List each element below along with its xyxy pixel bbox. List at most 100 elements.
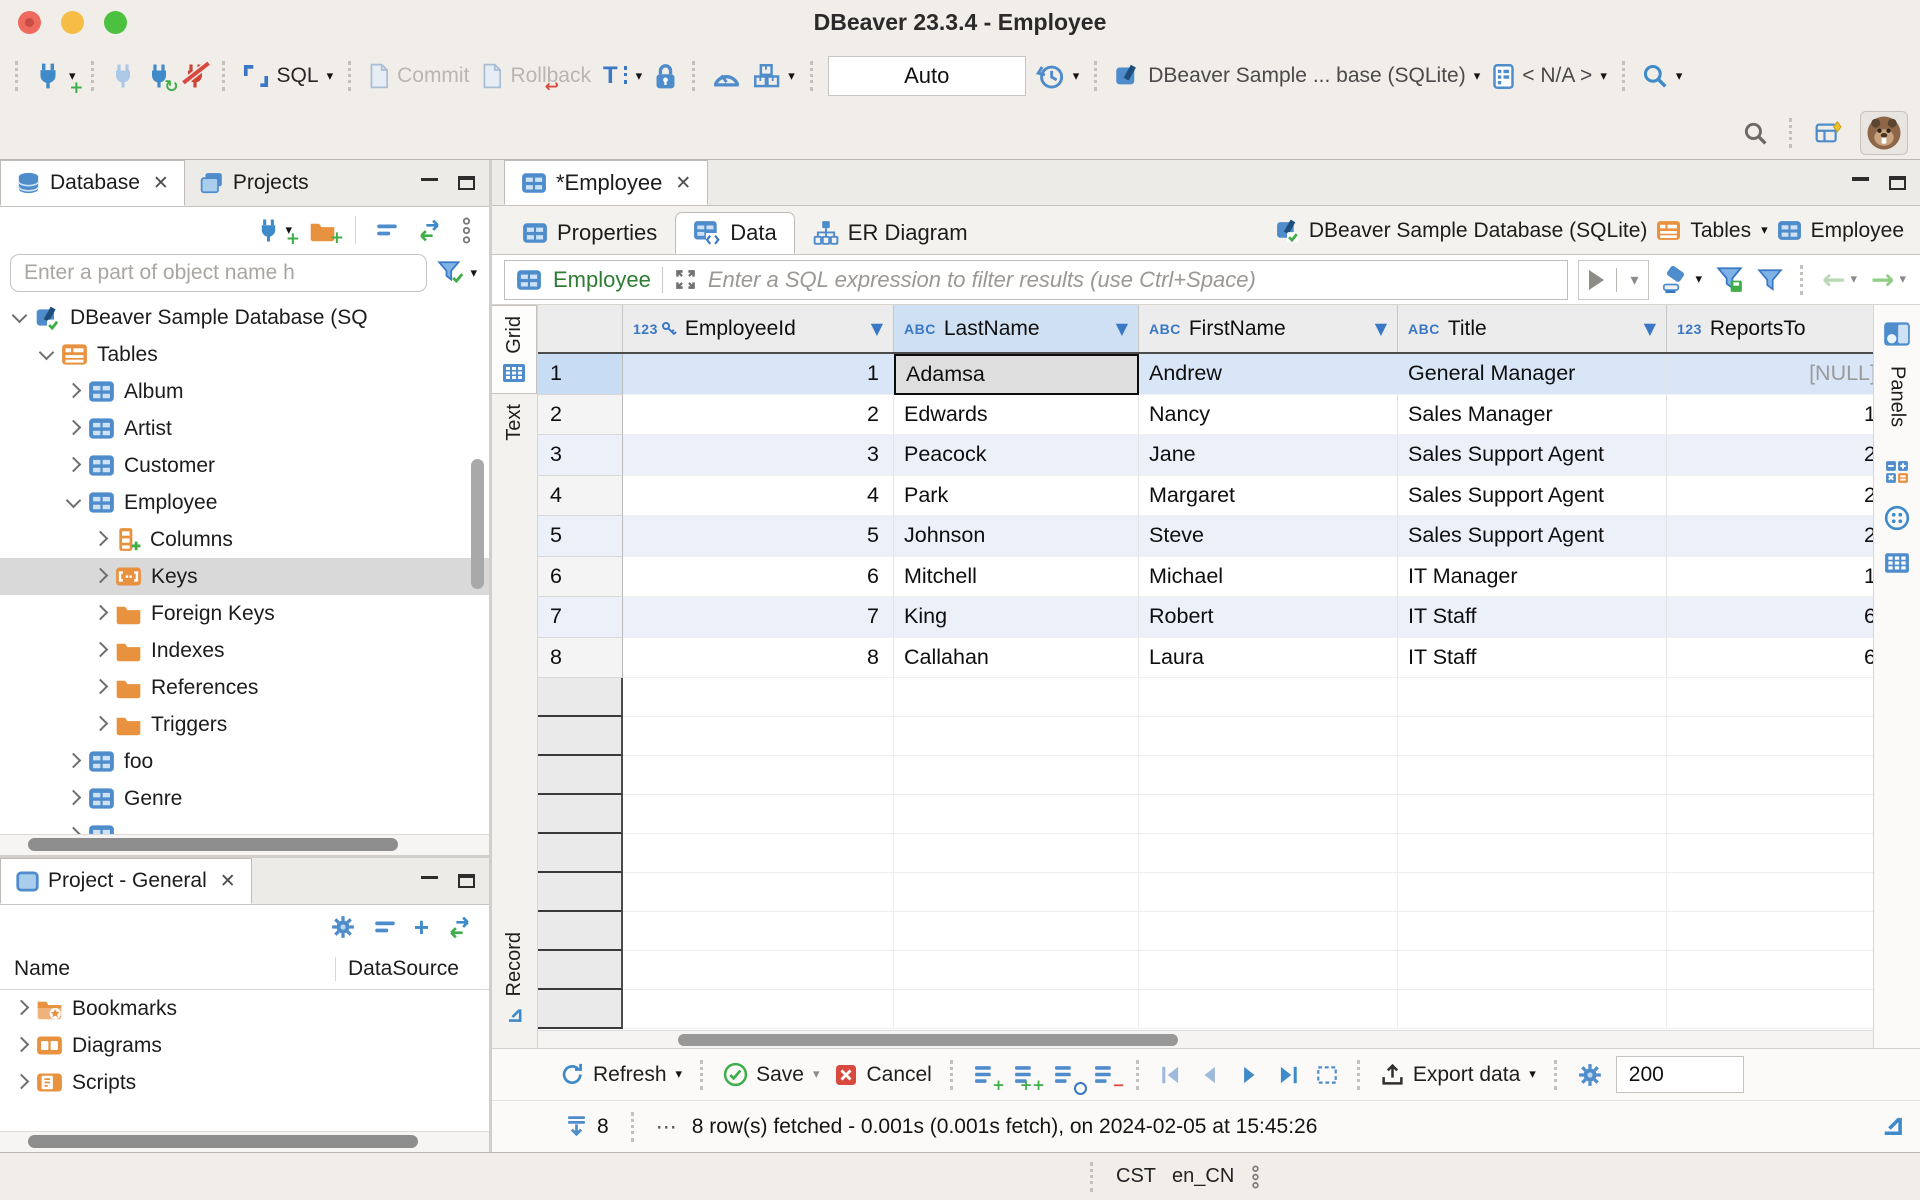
toolbar-grip[interactable] [700, 1060, 705, 1090]
minimize-panel-icon[interactable] [421, 177, 438, 190]
cell-firstname[interactable]: Laura [1139, 638, 1398, 679]
tab-text[interactable]: Text [492, 394, 537, 451]
cell-firstname[interactable]: Margaret [1139, 476, 1398, 517]
filter-settings-button[interactable]: ▾ [435, 258, 479, 288]
column-header-name[interactable]: Name [0, 957, 335, 981]
focus-row-button[interactable] [1313, 1061, 1341, 1089]
column-header-title[interactable]: ABC Title ▼ [1398, 305, 1667, 352]
empty-row[interactable] [538, 951, 1873, 990]
commit-mode-select[interactable]: Auto [828, 56, 1026, 96]
chevron-right-icon[interactable] [93, 531, 109, 547]
row-number[interactable]: 6 [538, 557, 623, 598]
cell-employeeid[interactable]: 6 [623, 557, 894, 598]
cell-firstname[interactable]: Steve [1139, 516, 1398, 557]
link-with-editor-button[interactable] [414, 217, 445, 244]
tree-vertical-scrollbar[interactable] [471, 459, 484, 589]
tree-item-artist[interactable]: Artist [0, 410, 489, 447]
tree-item-foreign-keys[interactable]: Foreign Keys [0, 595, 489, 632]
table-row[interactable]: 5 5 Johnson Steve Sales Support Agent 2 [538, 516, 1873, 557]
chevron-right-icon[interactable] [66, 420, 82, 436]
export-data-button[interactable]: Export data ▾ [1378, 1060, 1538, 1089]
cell-employeeid[interactable]: 4 [623, 476, 894, 517]
cell-reportsto[interactable]: 2 [1667, 516, 1873, 557]
connect-button[interactable] [109, 59, 137, 93]
ellipsis-indicator[interactable]: ⋯ [656, 1115, 677, 1139]
last-row-button[interactable] [1274, 1061, 1302, 1089]
cell-reportsto[interactable]: 6 [1667, 638, 1873, 679]
quick-search-button[interactable] [1741, 117, 1770, 150]
toolbar-grip[interactable] [1357, 1060, 1362, 1090]
row-number[interactable]: 8 [538, 638, 623, 679]
tree-item-employee[interactable]: Employee [0, 484, 489, 521]
empty-row[interactable] [538, 795, 1873, 834]
table-row[interactable]: 6 6 Mitchell Michael IT Manager 1 [538, 557, 1873, 598]
grid-horizontal-scroll-track[interactable] [538, 1030, 1873, 1048]
tree-horizontal-scroll-track[interactable] [0, 834, 489, 855]
table-row[interactable]: 8 8 Callahan Laura IT Staff 6 [538, 638, 1873, 679]
result-settings-button[interactable] [1575, 1060, 1605, 1090]
cell-employeeid[interactable]: 5 [623, 516, 894, 557]
chevron-right-icon[interactable] [66, 827, 82, 834]
expand-arrows-icon[interactable] [674, 268, 697, 291]
duplicate-row-button[interactable]: ++ [1011, 1060, 1040, 1089]
collapse-all-button[interactable] [373, 218, 401, 242]
cell-reportsto[interactable]: 6 [1667, 597, 1873, 638]
sort-triangle-icon[interactable]: ▼ [1375, 319, 1387, 338]
toolbar-grip[interactable] [1090, 1162, 1095, 1192]
toolbar-grip[interactable] [1554, 1060, 1559, 1090]
toolbar-grip[interactable] [1622, 61, 1627, 91]
tree-item-tables[interactable]: Tables [0, 336, 489, 373]
cell-lastname[interactable]: Edwards [894, 395, 1139, 436]
project-horizontal-scroll-track[interactable] [0, 1131, 489, 1152]
delete-row-button[interactable]: − [1091, 1060, 1120, 1089]
row-number[interactable]: 1 [538, 354, 623, 395]
cell-firstname[interactable]: Nancy [1139, 395, 1398, 436]
breadcrumb-tables[interactable]: Tables [1690, 219, 1751, 243]
table-row[interactable]: 2 2 Edwards Nancy Sales Manager 1 [538, 395, 1873, 436]
tab-database[interactable]: Database ✕ [0, 160, 185, 206]
previous-row-button[interactable] [1196, 1061, 1224, 1089]
panels-config-button[interactable] [1881, 319, 1913, 349]
chevron-down-icon[interactable] [12, 308, 28, 324]
tree-item-keys[interactable]: Keys [0, 558, 489, 595]
dots-vertical-icon[interactable] [1250, 1165, 1261, 1189]
cell-title[interactable]: IT Staff [1398, 597, 1667, 638]
cell-firstname[interactable]: Andrew [1139, 354, 1398, 395]
project-item-scripts[interactable]: Scripts [0, 1064, 489, 1101]
chevron-right-icon[interactable] [66, 753, 82, 769]
lock-button[interactable] [652, 59, 679, 94]
tree-item-references[interactable]: References [0, 669, 489, 706]
maximize-panel-icon[interactable] [458, 874, 475, 888]
chevron-right-icon[interactable] [93, 605, 109, 621]
chevron-right-icon[interactable] [93, 716, 109, 732]
fetch-count-button[interactable]: 8 [562, 1112, 611, 1141]
tab-er-diagram[interactable]: ER Diagram [795, 212, 986, 254]
maximize-editor-icon[interactable] [1889, 176, 1906, 190]
row-number[interactable]: 2 [538, 395, 623, 436]
cell-reportsto[interactable]: [NULL] [1667, 354, 1873, 395]
project-settings-button[interactable] [328, 912, 358, 942]
row-number-header[interactable] [538, 305, 623, 352]
chevron-right-icon[interactable] [66, 457, 82, 473]
dashboard-button[interactable] [710, 60, 743, 93]
cell-lastname-focused[interactable]: Adamsa [894, 354, 1139, 395]
new-connection-button[interactable]: + ▾ [33, 58, 78, 94]
close-button[interactable] [18, 11, 41, 34]
refresh-button[interactable]: Refresh ▾ [558, 1060, 684, 1089]
project-horizontal-scrollbar[interactable] [28, 1135, 418, 1148]
empty-row-number[interactable] [538, 678, 623, 717]
sql-editor-button[interactable]: SQL ▾ [240, 59, 336, 93]
cell-lastname[interactable]: Mitchell [894, 557, 1139, 598]
new-connection-small-button[interactable]: + ▾ [255, 216, 294, 245]
breadcrumb-database[interactable]: DBeaver Sample Database (SQLite) [1309, 219, 1648, 243]
sort-triangle-icon[interactable]: ▼ [871, 319, 883, 338]
column-header-employeeid[interactable]: 123 EmployeeId ▼ [623, 305, 894, 352]
open-perspective-button[interactable] [1813, 116, 1846, 151]
cell-title[interactable]: General Manager [1398, 354, 1667, 395]
cell-firstname[interactable]: Michael [1139, 557, 1398, 598]
row-number[interactable]: 5 [538, 516, 623, 557]
toolbar-grip[interactable] [810, 61, 815, 91]
cancel-button[interactable]: Cancel [832, 1061, 933, 1089]
empty-row[interactable] [538, 717, 1873, 756]
empty-row[interactable] [538, 990, 1873, 1029]
